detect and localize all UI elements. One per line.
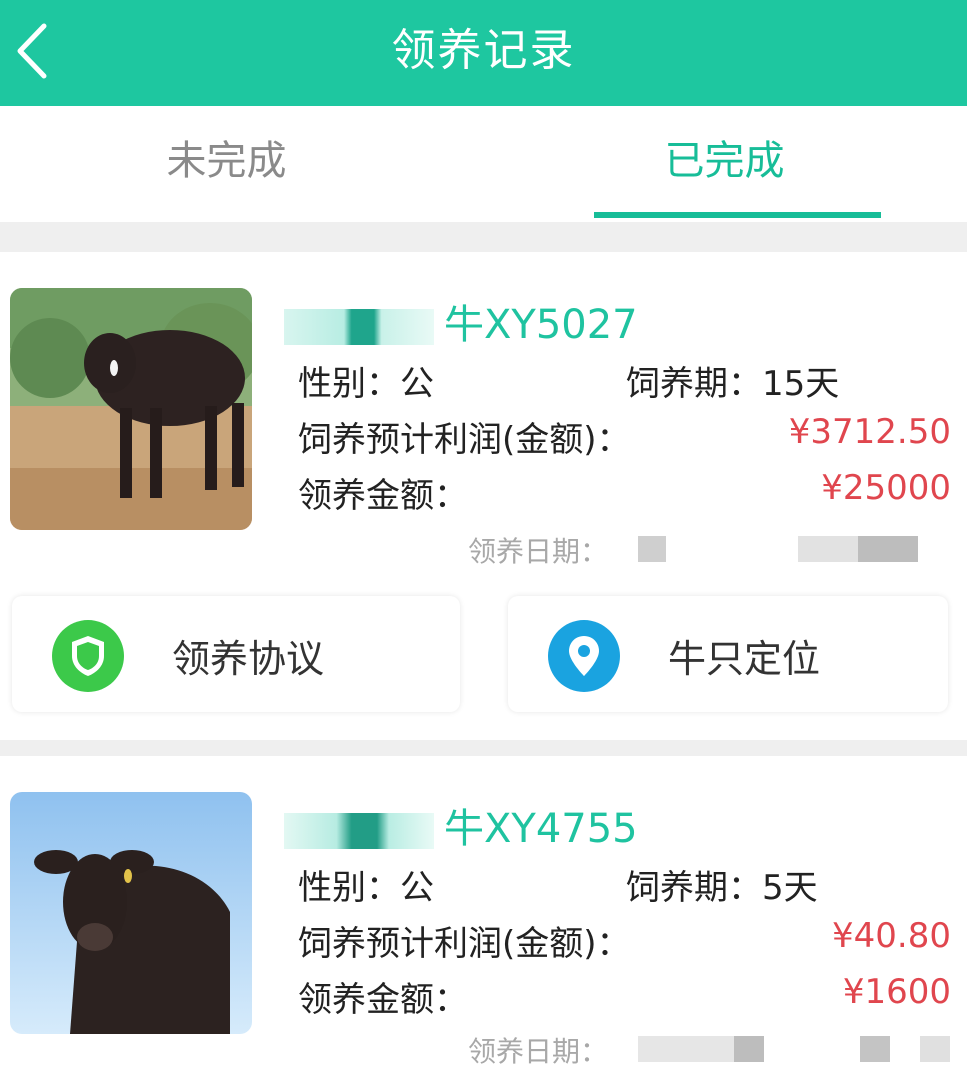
app-header: 领养记录 bbox=[0, 0, 967, 106]
amount-row: 领养金额： ¥1600 bbox=[298, 972, 951, 1020]
period-label: 饲养期： bbox=[626, 364, 762, 404]
shield-icon bbox=[52, 620, 124, 692]
adoption-record-card[interactable]: 牛XY5027 性别：公 饲养期：15天 饲养预计利润(金额)： ¥3712.5… bbox=[0, 252, 967, 740]
redacted-name-prefix bbox=[284, 309, 434, 345]
gender-value: 公 bbox=[400, 364, 434, 404]
cattle-photo bbox=[10, 792, 252, 1034]
amount-label: 领养金额： bbox=[298, 476, 468, 516]
redacted-date bbox=[858, 536, 918, 562]
amount-value: ¥25000 bbox=[821, 468, 951, 508]
adoption-record-card[interactable]: 牛XY4755 性别：公 饲养期：5天 饲养预计利润(金额)： ¥40.80 领… bbox=[0, 756, 967, 1068]
profit-label: 饲养预计利润(金额)： bbox=[298, 924, 631, 964]
gender-period-row: 性别：公 饲养期：5天 bbox=[298, 860, 951, 908]
adoption-date-row: 领养日期： bbox=[468, 530, 957, 570]
cattle-name: 牛XY4755 bbox=[284, 796, 638, 854]
profit-row: 饲养预计利润(金额)： ¥3712.50 bbox=[298, 412, 951, 460]
profit-value: ¥3712.50 bbox=[788, 412, 951, 452]
cattle-photo bbox=[10, 288, 252, 530]
cattle-name: 牛XY5027 bbox=[284, 292, 638, 350]
redacted-date bbox=[920, 1036, 950, 1062]
redacted-name-prefix bbox=[284, 813, 434, 849]
adoption-date-label: 领养日期： bbox=[468, 1035, 609, 1068]
profit-row: 饲养预计利润(金额)： ¥40.80 bbox=[298, 916, 951, 964]
active-tab-indicator bbox=[594, 212, 881, 218]
period-label: 饲养期： bbox=[626, 868, 762, 908]
gender-label: 性别： bbox=[298, 868, 400, 908]
amount-row: 领养金额： ¥25000 bbox=[298, 468, 951, 516]
adoption-date-label: 领养日期： bbox=[468, 535, 609, 568]
tab-bar: 未完成 已完成 bbox=[0, 106, 967, 222]
amount-value: ¥1600 bbox=[842, 972, 951, 1012]
redacted-date bbox=[638, 1036, 738, 1062]
adoption-date-row: 领养日期： bbox=[468, 1030, 957, 1068]
gender-period-row: 性别：公 饲养期：15天 bbox=[298, 356, 951, 404]
profit-value: ¥40.80 bbox=[832, 916, 951, 956]
redacted-date bbox=[860, 1036, 890, 1062]
page-title: 领养记录 bbox=[391, 25, 576, 76]
adoption-agreement-label: 领养协议 bbox=[172, 637, 325, 681]
gender-value: 公 bbox=[400, 868, 434, 908]
redacted-date bbox=[638, 536, 666, 562]
tab-incomplete[interactable]: 未完成 bbox=[0, 106, 483, 222]
cattle-location-button[interactable]: 牛只定位 bbox=[508, 596, 948, 712]
amount-label: 领养金额： bbox=[298, 980, 468, 1020]
tab-completed[interactable]: 已完成 bbox=[483, 106, 966, 222]
gender-label: 性别： bbox=[298, 364, 400, 404]
adoption-agreement-button[interactable]: 领养协议 bbox=[12, 596, 460, 712]
period-value: 15天 bbox=[762, 364, 840, 404]
redacted-date bbox=[798, 536, 858, 562]
location-pin-icon bbox=[548, 620, 620, 692]
cattle-location-label: 牛只定位 bbox=[668, 637, 821, 681]
redacted-date bbox=[734, 1036, 764, 1062]
profit-label: 饲养预计利润(金额)： bbox=[298, 420, 631, 460]
period-value: 5天 bbox=[762, 868, 818, 908]
